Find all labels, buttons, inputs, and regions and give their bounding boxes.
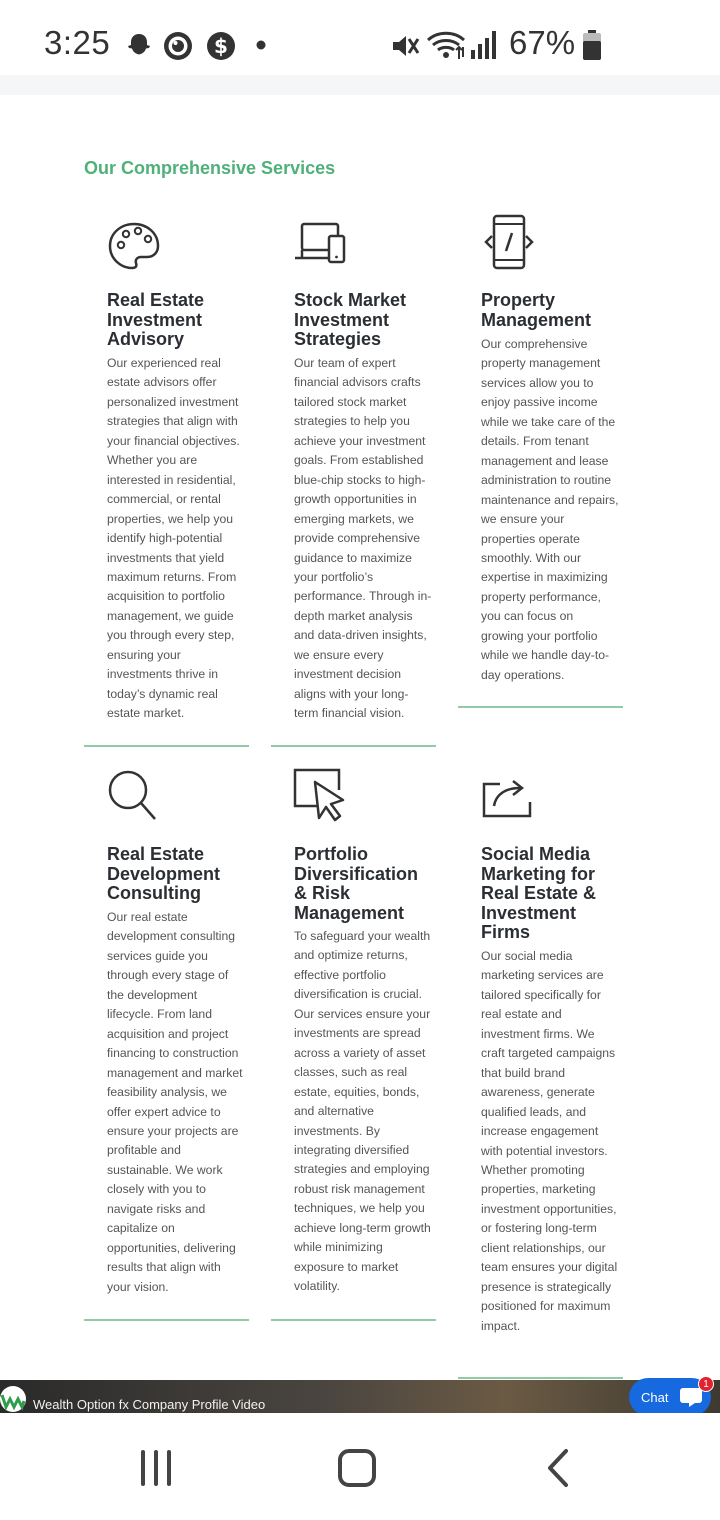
status-time: 3:25 xyxy=(44,24,111,61)
service-title: Stock Market Investment Strategies xyxy=(294,290,407,349)
page-header-strip xyxy=(0,75,720,95)
target-icon xyxy=(164,32,192,60)
mute-icon xyxy=(393,36,420,56)
service-title: Property Management xyxy=(481,290,592,330)
section-title: Our Comprehensive Services xyxy=(84,158,336,178)
service-description: Our experienced real estate advisors off… xyxy=(107,356,240,721)
wealth-logo-icon xyxy=(0,1394,26,1411)
service-description: Our team of expert financial advisors cr… xyxy=(294,356,432,721)
cursor-icon xyxy=(293,768,345,822)
service-description: Our comprehensive property management se… xyxy=(481,337,619,682)
battery-icon xyxy=(583,30,601,60)
card-divider xyxy=(84,745,249,747)
card-divider xyxy=(458,1377,623,1379)
status-bar: 3:25 $ 67% xyxy=(0,0,720,75)
palette-icon xyxy=(108,222,160,270)
mobile-code-icon xyxy=(484,214,534,270)
navigation-bar xyxy=(0,1413,720,1520)
back-icon[interactable] xyxy=(534,1448,584,1488)
service-title: Real Estate Investment Advisory xyxy=(107,290,205,349)
dollar-icon: $ xyxy=(207,32,235,60)
service-title: Real Estate Development Consulting xyxy=(107,844,221,903)
devices-icon xyxy=(295,222,346,264)
svg-text:$: $ xyxy=(214,34,228,58)
snapchat-icon xyxy=(128,34,150,55)
channel-logo xyxy=(0,1386,26,1412)
service-description: To safeguard your wealth and optimize re… xyxy=(294,929,431,1294)
chat-button[interactable]: Chat 1 xyxy=(629,1376,714,1416)
card-divider xyxy=(271,745,436,747)
home-icon[interactable] xyxy=(332,1448,382,1488)
service-title: Social Media Marketing for Real Estate &… xyxy=(481,844,597,942)
recent-apps-icon[interactable] xyxy=(131,1448,181,1488)
chat-label: Chat xyxy=(641,1390,669,1405)
video-title[interactable]: Wealth Option fx Company Profile Video xyxy=(33,1397,265,1412)
search-icon xyxy=(108,770,156,820)
wifi-icon xyxy=(426,31,466,59)
service-title: Portfolio Diversification & Risk Managem… xyxy=(294,844,419,923)
share-icon xyxy=(482,780,532,818)
chat-notification-badge: 1 xyxy=(698,1376,714,1392)
card-divider xyxy=(458,706,623,708)
card-divider xyxy=(271,1319,436,1321)
card-divider xyxy=(84,1319,249,1321)
signal-icon xyxy=(471,31,496,59)
service-description: Our real estate development consulting s… xyxy=(107,910,243,1294)
battery-percentage: 67% xyxy=(509,24,576,61)
dot-icon xyxy=(256,40,266,50)
video-preview-bar[interactable]: Wealth Option fx Company Profile Video xyxy=(0,1380,720,1413)
service-description: Our social media marketing services are … xyxy=(481,949,618,1333)
